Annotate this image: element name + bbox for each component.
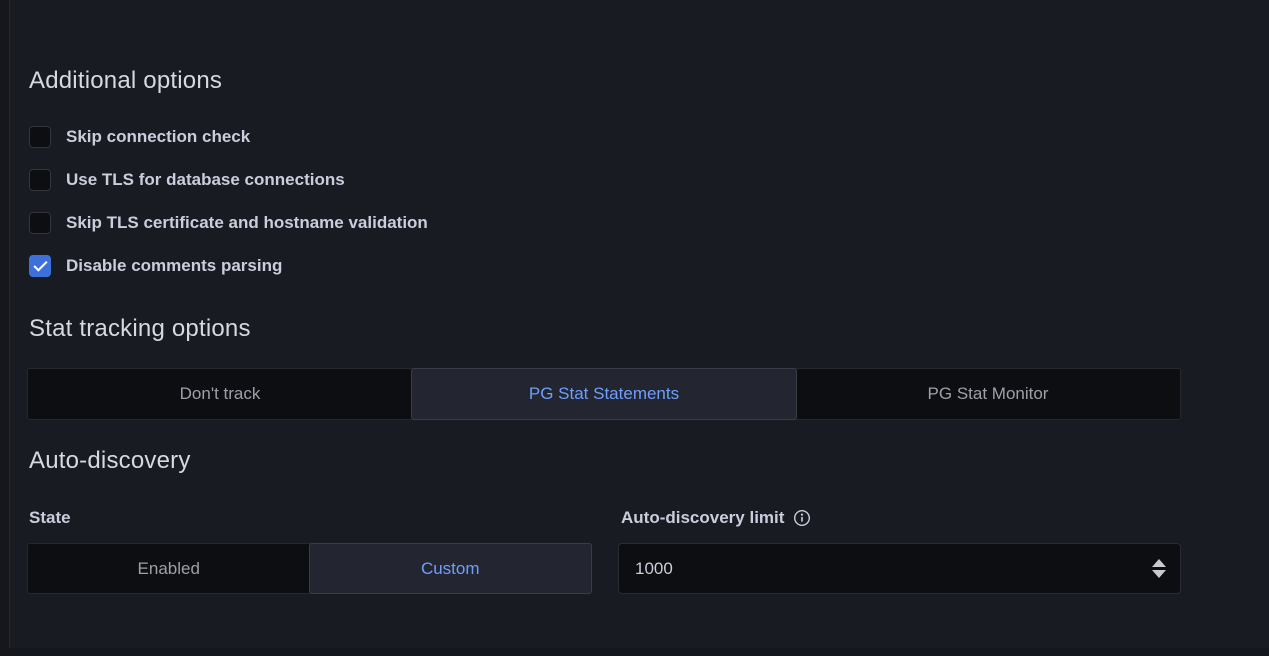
- radio-option-pg-stat-monitor[interactable]: PG Stat Monitor: [796, 369, 1180, 419]
- stepper-up-icon[interactable]: [1152, 559, 1166, 567]
- checkbox-label[interactable]: Use TLS for database connections: [66, 170, 345, 190]
- checkbox-label[interactable]: Skip connection check: [66, 127, 250, 147]
- radio-option-enabled[interactable]: Enabled: [28, 544, 310, 593]
- checkbox-disable-comments-parsing[interactable]: [29, 255, 51, 277]
- checkbox-row-disable-comments-parsing[interactable]: Disable comments parsing: [29, 255, 428, 277]
- state-field-label: State: [29, 508, 71, 528]
- section-title-auto-discovery: Auto-discovery: [29, 446, 191, 476]
- checkbox-label[interactable]: Skip TLS certificate and hostname valida…: [66, 213, 428, 233]
- radio-option-dont-track[interactable]: Don't track: [28, 369, 412, 419]
- auto-discovery-limit-input-wrapper: [618, 543, 1181, 594]
- auto-discovery-limit-input[interactable]: [635, 559, 1152, 579]
- checkbox-skip-connection-check[interactable]: [29, 126, 51, 148]
- state-label-text: State: [29, 508, 71, 528]
- checkbox-skip-tls-validation[interactable]: [29, 212, 51, 234]
- stat-tracking-radio-group: Don't track PG Stat Statements PG Stat M…: [27, 368, 1181, 420]
- auto-discovery-limit-field-label: Auto-discovery limit: [621, 508, 811, 528]
- stepper-down-icon[interactable]: [1152, 570, 1166, 578]
- settings-pane: Additional options Skip connection check…: [9, 0, 1269, 648]
- section-title-additional-options: Additional options: [29, 66, 222, 96]
- info-circle-icon[interactable]: [793, 509, 811, 527]
- radio-option-pg-stat-statements[interactable]: PG Stat Statements: [411, 368, 797, 420]
- limit-label-text: Auto-discovery limit: [621, 508, 784, 528]
- checkbox-label[interactable]: Disable comments parsing: [66, 256, 282, 276]
- section-title-stat-tracking: Stat tracking options: [29, 314, 251, 344]
- number-stepper: [1152, 559, 1166, 578]
- state-radio-group: Enabled Custom: [27, 543, 592, 594]
- checkbox-row-skip-connection-check[interactable]: Skip connection check: [29, 126, 428, 148]
- checkbox-row-skip-tls-validation[interactable]: Skip TLS certificate and hostname valida…: [29, 212, 428, 234]
- checkbox-row-use-tls[interactable]: Use TLS for database connections: [29, 169, 428, 191]
- radio-option-custom[interactable]: Custom: [309, 543, 593, 594]
- additional-options-list: Skip connection check Use TLS for databa…: [29, 126, 428, 298]
- checkbox-use-tls[interactable]: [29, 169, 51, 191]
